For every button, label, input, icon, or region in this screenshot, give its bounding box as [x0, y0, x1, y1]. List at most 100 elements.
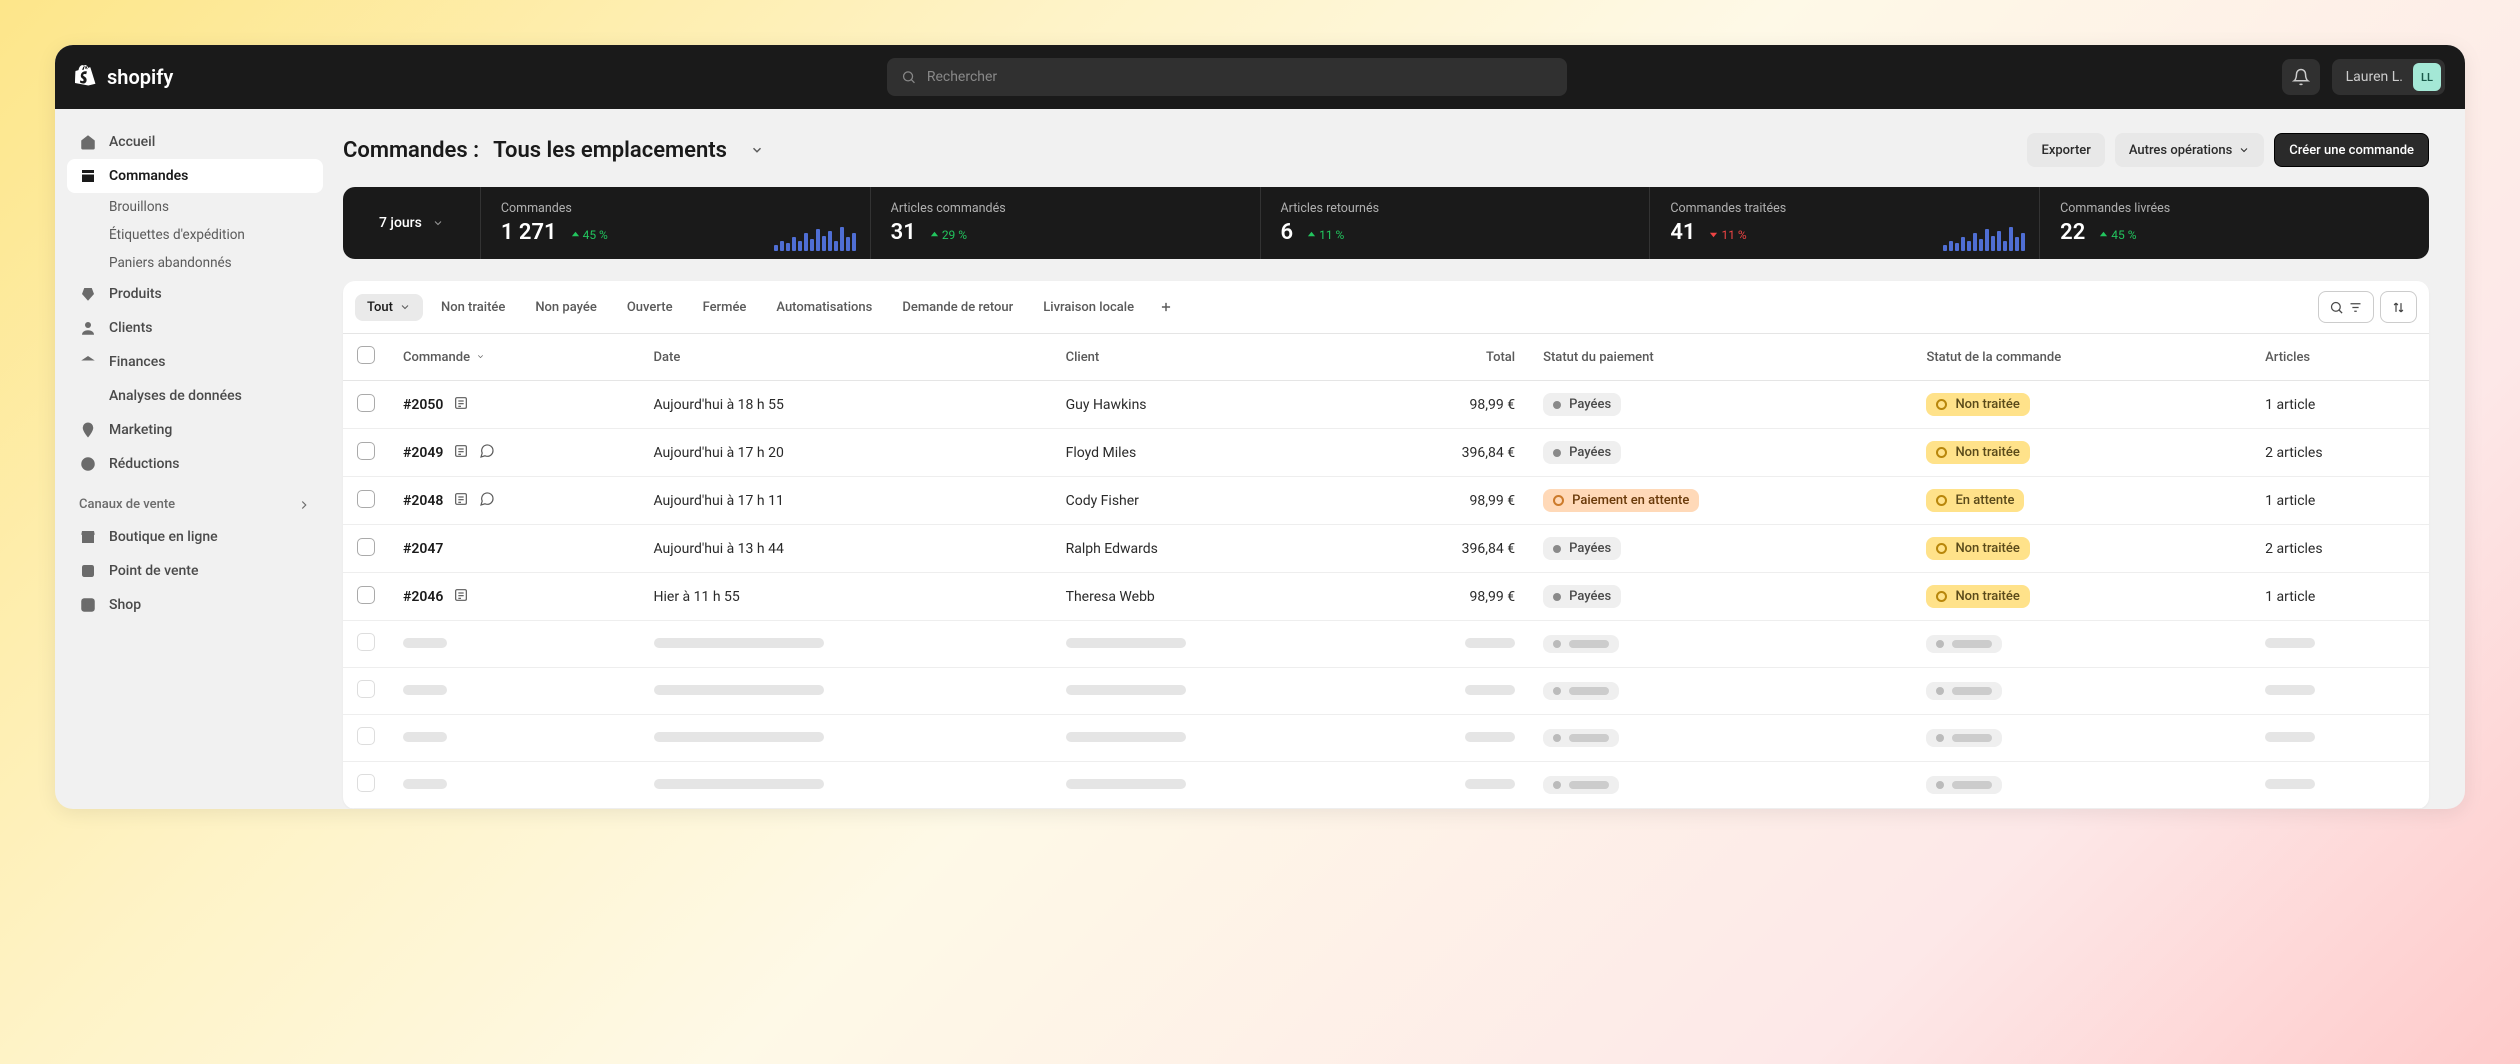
sidebar-channel-online[interactable]: Boutique en ligne	[67, 520, 323, 554]
orders-table-card: ToutNon traitéeNon payéeOuverteFerméeAut…	[343, 281, 2429, 809]
order-id[interactable]: #2048	[403, 491, 626, 511]
export-button[interactable]: Exporter	[2027, 133, 2104, 167]
sidebar-item-label: Produits	[109, 286, 162, 302]
tab-livraison-locale[interactable]: Livraison locale	[1031, 294, 1146, 321]
stat-delta: 11 %	[1307, 228, 1344, 242]
col-payment[interactable]: Statut du paiement	[1529, 334, 1912, 381]
sidebar-channel-pos[interactable]: Point de vente	[67, 554, 323, 588]
chevron-right-icon	[297, 498, 311, 512]
stats-bar: 7 jours Commandes 1 271 45 % Articles co…	[343, 187, 2429, 259]
sidebar-item-label: Clients	[109, 320, 152, 336]
order-id[interactable]: #2050	[403, 395, 626, 415]
row-checkbox[interactable]	[357, 442, 375, 460]
sidebar-sub-abandoned[interactable]: Paniers abandonnés	[67, 249, 323, 277]
logo[interactable]: shopify	[75, 65, 173, 89]
sidebar-item-marketing[interactable]: Marketing	[67, 413, 323, 447]
more-actions-button[interactable]: Autres opérations	[2115, 133, 2264, 167]
row-checkbox[interactable]	[357, 490, 375, 508]
notifications-button[interactable]	[2282, 59, 2320, 95]
table-row[interactable]: #2048 Aujourd'hui à 17 h 11 Cody Fisher …	[343, 477, 2429, 525]
sidebar-item-products[interactable]: Produits	[67, 277, 323, 311]
stat-label: Commandes traitées	[1670, 201, 2019, 216]
sidebar-channels-header[interactable]: Canaux de vente	[67, 481, 323, 520]
sidebar-item-label: Boutique en ligne	[109, 529, 218, 545]
col-total[interactable]: Total	[1360, 334, 1529, 381]
cell-items: 1 article	[2251, 477, 2429, 525]
sidebar-item-discounts[interactable]: Réductions	[67, 447, 323, 481]
sidebar-channel-shop[interactable]: Shop	[67, 588, 323, 622]
order-id[interactable]: #2049	[403, 443, 626, 463]
search-filter-button[interactable]	[2318, 291, 2374, 323]
col-date[interactable]: Date	[640, 334, 1052, 381]
user-menu-button[interactable]: Lauren L. LL	[2332, 59, 2445, 95]
search-icon	[901, 69, 916, 85]
add-tab-button[interactable]	[1152, 293, 1180, 321]
cell-total: 98,99 €	[1360, 477, 1529, 525]
row-checkbox[interactable]	[357, 394, 375, 412]
stat-value: 1 271	[501, 220, 557, 245]
sidebar-item-orders[interactable]: Commandes	[67, 159, 323, 193]
cell-customer: Floyd Miles	[1052, 429, 1360, 477]
sidebar-item-label: Analyses de données	[109, 388, 242, 404]
stats-period-selector[interactable]: 7 jours	[343, 187, 480, 259]
row-checkbox	[357, 727, 375, 745]
tab-automatisations[interactable]: Automatisations	[764, 294, 884, 321]
note-icon	[453, 491, 469, 511]
stat-card[interactable]: Articles commandés 31 29 %	[870, 187, 1260, 259]
col-customer[interactable]: Client	[1052, 334, 1360, 381]
chevron-down-icon	[432, 217, 444, 229]
brand-name: shopify	[107, 65, 173, 89]
tab-demande-de-retour[interactable]: Demande de retour	[890, 294, 1025, 321]
order-id[interactable]: #2047	[403, 541, 626, 557]
note-icon	[453, 587, 469, 607]
stat-delta: 45 %	[2099, 228, 2136, 242]
sidebar-item-analytics[interactable]: Analyses de données	[67, 379, 323, 413]
table-row[interactable]: #2050 Aujourd'hui à 18 h 55 Guy Hawkins …	[343, 381, 2429, 429]
cell-total: 396,84 €	[1360, 429, 1529, 477]
order-id[interactable]: #2046	[403, 587, 626, 607]
tab-non-traitée[interactable]: Non traitée	[429, 294, 517, 321]
tab-fermée[interactable]: Fermée	[691, 294, 759, 321]
table-row[interactable]: #2046 Hier à 11 h 55 Theresa Webb 98,99 …	[343, 573, 2429, 621]
sort-indicator-icon	[470, 350, 485, 365]
sidebar-sub-shipping-labels[interactable]: Étiquettes d'expédition	[67, 221, 323, 249]
stat-card[interactable]: Commandes 1 271 45 %	[480, 187, 870, 259]
col-items[interactable]: Articles	[2251, 334, 2429, 381]
stat-card[interactable]: Commandes livrées 22 45 %	[2039, 187, 2429, 259]
sort-icon	[2391, 300, 2406, 315]
sidebar-item-customers[interactable]: Clients	[67, 311, 323, 345]
table-row[interactable]: #2049 Aujourd'hui à 17 h 20 Floyd Miles …	[343, 429, 2429, 477]
search-container[interactable]	[887, 58, 1567, 96]
stat-card[interactable]: Articles retournés 6 11 %	[1260, 187, 1650, 259]
col-fulfillment[interactable]: Statut de la commande	[1912, 334, 2251, 381]
location-dropdown[interactable]	[741, 134, 773, 166]
tab-ouverte[interactable]: Ouverte	[615, 294, 685, 321]
tab-non-payée[interactable]: Non payée	[523, 294, 609, 321]
stat-value: 22	[2060, 220, 2085, 245]
layout: Accueil Commandes Brouillons Étiquettes …	[55, 109, 2465, 809]
search-wrap	[193, 58, 2261, 96]
sidebar-item-home[interactable]: Accueil	[67, 125, 323, 159]
sort-button[interactable]	[2380, 291, 2417, 323]
payment-status-badge: Payées	[1543, 441, 1621, 464]
payment-status-badge: Payées	[1543, 585, 1621, 608]
sidebar-item-label: Marketing	[109, 422, 172, 438]
sidebar-item-label: Commandes	[109, 168, 188, 184]
sidebar-sub-drafts[interactable]: Brouillons	[67, 193, 323, 221]
row-checkbox[interactable]	[357, 586, 375, 604]
sidebar-item-label: Point de vente	[109, 563, 198, 579]
select-all-checkbox[interactable]	[357, 346, 375, 364]
chat-icon	[479, 443, 495, 463]
table-row[interactable]: #2047 Aujourd'hui à 13 h 44 Ralph Edward…	[343, 525, 2429, 573]
sidebar-item-finances[interactable]: Finances	[67, 345, 323, 379]
stat-delta: 11 %	[1709, 228, 1746, 242]
avatar: LL	[2413, 63, 2441, 91]
row-checkbox[interactable]	[357, 538, 375, 556]
stat-card[interactable]: Commandes traitées 41 11 %	[1649, 187, 2039, 259]
page-title-location: Tous les emplacements	[493, 138, 727, 163]
search-input[interactable]	[927, 69, 1554, 85]
cell-date: Aujourd'hui à 13 h 44	[640, 525, 1052, 573]
create-order-button[interactable]: Créer une commande	[2274, 133, 2429, 167]
note-icon	[453, 443, 469, 463]
tab-tout[interactable]: Tout	[355, 294, 423, 321]
